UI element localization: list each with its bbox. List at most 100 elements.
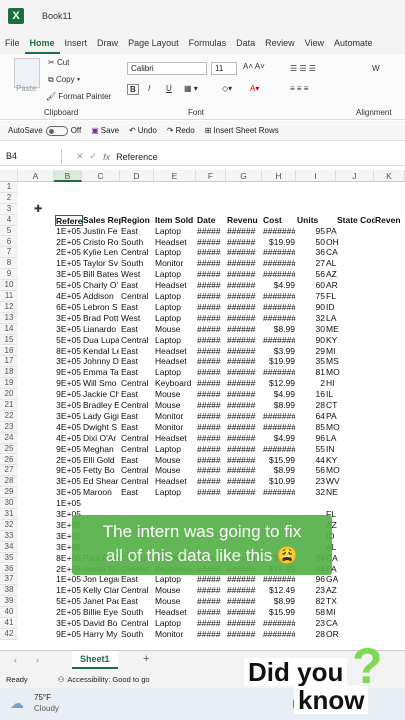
data-cell[interactable]: 23 xyxy=(297,476,325,487)
row-header[interactable]: 27 xyxy=(0,465,18,477)
data-cell[interactable]: ####### xyxy=(263,629,295,640)
data-cell[interactable]: MO xyxy=(326,367,346,378)
cut-button[interactable]: ✂ Cut xyxy=(48,58,69,67)
data-cell[interactable]: 5E+05 xyxy=(55,280,81,291)
paste-button[interactable]: Paste xyxy=(16,84,36,93)
column-header[interactable]: B xyxy=(54,170,82,182)
data-cell[interactable]: South xyxy=(121,629,153,640)
data-cell[interactable]: Elli Gold xyxy=(83,455,119,466)
borders-icon[interactable]: ▦ ▾ xyxy=(184,84,198,93)
data-cell[interactable]: $3.99 xyxy=(263,346,295,357)
data-cell[interactable]: ##### xyxy=(197,400,225,411)
formula-input[interactable]: Reference xyxy=(116,152,158,162)
data-cell[interactable]: 36 xyxy=(297,247,325,258)
data-cell[interactable]: CA xyxy=(326,618,346,629)
data-cell[interactable]: $15.99 xyxy=(263,607,295,618)
data-cell[interactable]: ###### xyxy=(227,574,261,585)
cancel-icon[interactable]: ✕ xyxy=(76,151,84,162)
data-cell[interactable]: GA xyxy=(326,574,346,585)
row-header[interactable]: 35 xyxy=(0,552,18,564)
data-cell[interactable]: Dua Lupa xyxy=(83,335,119,346)
row-header[interactable]: 8 xyxy=(0,258,18,270)
data-cell[interactable]: East xyxy=(121,596,153,607)
data-cell[interactable]: Central xyxy=(121,433,153,444)
data-cell[interactable]: 30 xyxy=(297,324,325,335)
tab-insert[interactable]: Insert xyxy=(60,32,93,54)
data-cell[interactable]: Keyboard xyxy=(155,378,195,389)
data-cell[interactable]: ###### xyxy=(227,585,261,596)
data-cell[interactable]: 64 xyxy=(297,411,325,422)
data-cell[interactable]: $4.99 xyxy=(263,389,295,400)
data-cell[interactable]: ####### xyxy=(263,487,295,498)
data-cell[interactable]: Laptop xyxy=(155,302,195,313)
row-header[interactable]: 33 xyxy=(0,530,18,542)
tab-view[interactable]: View xyxy=(300,32,329,54)
data-cell[interactable]: ###### xyxy=(227,302,261,313)
data-cell[interactable]: Headset xyxy=(155,607,195,618)
row-header[interactable]: 41 xyxy=(0,618,18,629)
data-cell[interactable]: Lianardo xyxy=(83,324,119,335)
data-cell[interactable]: ##### xyxy=(197,422,225,433)
data-cell[interactable]: 32 xyxy=(297,313,325,324)
data-cell[interactable]: Headset xyxy=(155,433,195,444)
data-cell[interactable]: 4E+05 xyxy=(55,422,81,433)
data-cell[interactable]: South xyxy=(121,258,153,269)
data-cell[interactable]: ####### xyxy=(263,422,295,433)
prev-sheet-icon[interactable]: ‹ xyxy=(14,655,17,665)
data-cell[interactable]: IL xyxy=(326,389,346,400)
data-cell[interactable]: East xyxy=(121,422,153,433)
data-cell[interactable]: PA xyxy=(326,411,346,422)
data-cell[interactable]: Jackie Ch xyxy=(83,389,119,400)
data-cell[interactable]: ###### xyxy=(227,346,261,357)
data-cell[interactable]: AZ xyxy=(326,585,346,596)
autosave-toggle[interactable] xyxy=(45,125,68,136)
data-cell[interactable]: Kelly Clar xyxy=(83,585,119,596)
data-cell[interactable]: Central xyxy=(121,335,153,346)
column-header[interactable]: D xyxy=(120,170,154,182)
row-header[interactable]: 3 xyxy=(0,203,18,215)
redo-button[interactable]: Redo xyxy=(176,126,195,135)
function-icon[interactable]: fx xyxy=(103,152,110,162)
data-cell[interactable]: ##### xyxy=(197,247,225,258)
data-cell[interactable]: 28 xyxy=(297,400,325,411)
data-cell[interactable]: Mouse xyxy=(155,465,195,476)
data-cell[interactable]: ME xyxy=(326,324,346,335)
data-cell[interactable]: 95 xyxy=(297,226,325,237)
bold-button[interactable]: B xyxy=(127,84,139,95)
data-cell[interactable]: Laptop xyxy=(155,487,195,498)
data-cell[interactable]: 29 xyxy=(297,346,325,357)
row-header[interactable]: 7 xyxy=(0,247,18,259)
data-cell[interactable]: ###### xyxy=(227,335,261,346)
data-cell[interactable]: 1E+05 xyxy=(55,226,81,237)
data-cell[interactable]: ####### xyxy=(263,411,295,422)
data-cell[interactable]: $19.99 xyxy=(263,237,295,248)
data-cell[interactable]: ##### xyxy=(197,433,225,444)
data-cell[interactable]: ####### xyxy=(263,444,295,455)
data-cell[interactable]: 96 xyxy=(297,433,325,444)
data-cell[interactable]: ##### xyxy=(197,280,225,291)
data-cell[interactable]: Billie Eye xyxy=(83,607,119,618)
data-cell[interactable]: 2E+05 xyxy=(55,455,81,466)
data-cell[interactable]: 23 xyxy=(297,585,325,596)
row-header[interactable]: 18 xyxy=(0,367,18,379)
undo-button[interactable]: Undo xyxy=(138,126,157,135)
data-cell[interactable]: ###### xyxy=(227,226,261,237)
header-cell[interactable]: Reven xyxy=(375,215,405,226)
data-cell[interactable]: 9E+05 xyxy=(55,465,81,476)
row-header[interactable]: 6 xyxy=(0,236,18,248)
data-cell[interactable]: 3E+05 xyxy=(55,487,81,498)
data-cell[interactable]: 3E+05 xyxy=(55,324,81,335)
data-cell[interactable]: 9E+05 xyxy=(55,629,81,640)
data-cell[interactable]: Laptop xyxy=(155,226,195,237)
data-cell[interactable]: Central xyxy=(121,465,153,476)
data-cell[interactable]: 2 xyxy=(297,378,325,389)
tab-draw[interactable]: Draw xyxy=(92,32,123,54)
column-header[interactable]: H xyxy=(262,170,296,182)
data-cell[interactable]: Central xyxy=(121,444,153,455)
data-cell[interactable]: $8.99 xyxy=(263,465,295,476)
data-cell[interactable]: Laptop xyxy=(155,367,195,378)
insert-sheet-rows-button[interactable]: Insert Sheet Rows xyxy=(213,126,278,135)
header-cell[interactable]: State Cod xyxy=(337,215,375,226)
data-cell[interactable]: 90 xyxy=(297,335,325,346)
data-cell[interactable]: $4.99 xyxy=(263,433,295,444)
